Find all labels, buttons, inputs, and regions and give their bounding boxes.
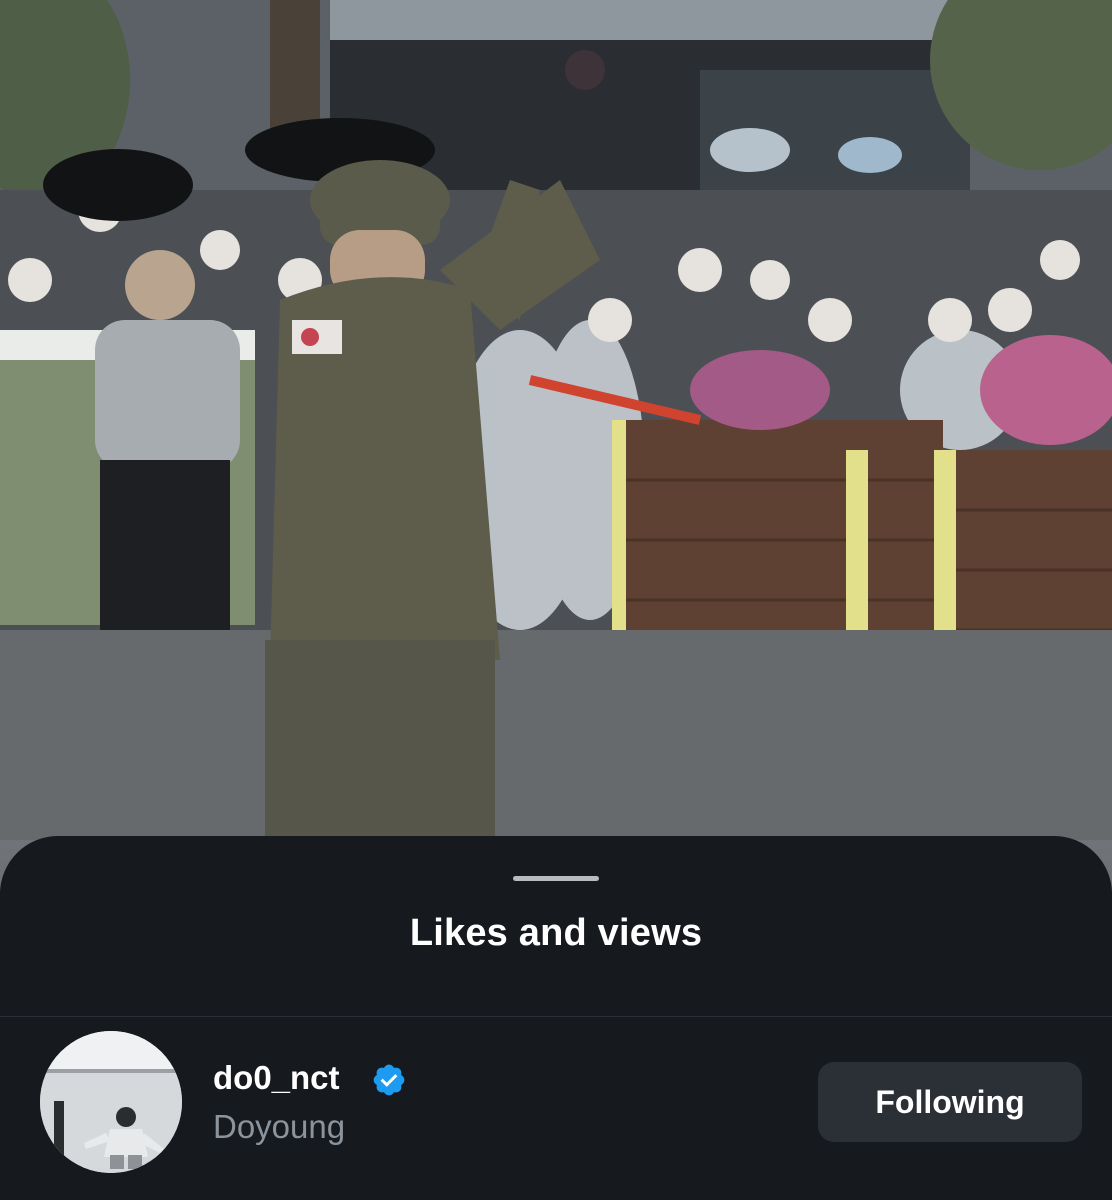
username[interactable]: do0_nct [213,1059,340,1097]
avatar-image [40,1031,182,1173]
avatar[interactable] [40,1031,182,1173]
following-button[interactable]: Following [818,1062,1082,1142]
sheet-drag-handle[interactable] [513,876,599,881]
verified-badge-icon [373,1064,405,1096]
display-name: Doyoung [213,1108,346,1145]
sheet-title: Likes and views [409,912,703,954]
photo-scene [0,0,1112,840]
